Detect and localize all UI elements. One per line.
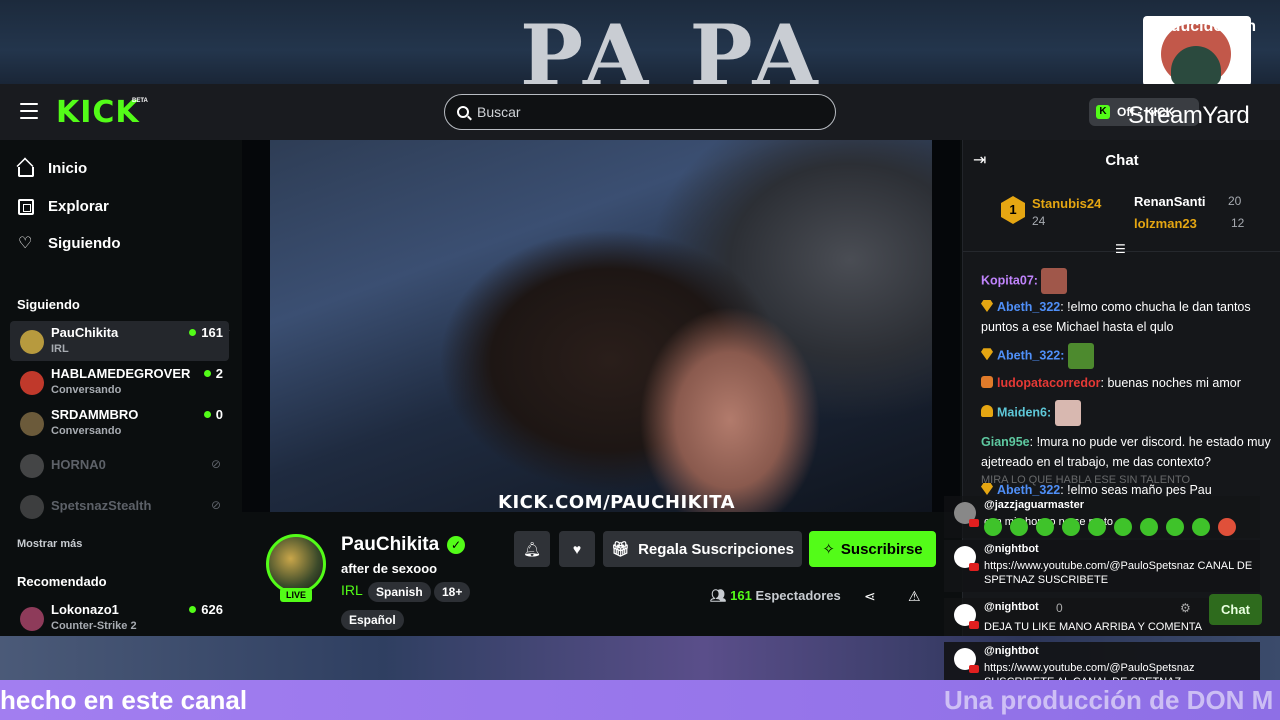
heart-icon: ♥	[572, 541, 582, 557]
chat-message: Abeth_322: !elmo como chucha le dan tant…	[981, 300, 1251, 334]
ticker-bar: hecho en este canal Una producción de DO…	[0, 680, 1280, 720]
video-watermark: KICK.COM/PAUCHIKITA	[498, 492, 736, 512]
gift-icon: 🎁︎	[611, 541, 631, 558]
overlay-chat-card: @nightbot https://www.youtube.com/@Paulo…	[944, 540, 1260, 592]
emote-row	[984, 518, 1254, 538]
sidebar-channel-spetsnazstealth[interactable]: SpetsnazStealth ⊘	[10, 486, 229, 526]
overlay-chat-card: @jazzjaguarmaster con mi chongo no se me…	[944, 496, 1260, 538]
youtube-avatar-icon	[954, 648, 979, 673]
gift-subs-button[interactable]: 🎁︎ Regala Suscripciones	[603, 531, 802, 567]
produced-by-label: Producido con	[1144, 18, 1256, 35]
streamer-name[interactable]: PauChikita	[341, 534, 439, 556]
tag-spanish[interactable]: Spanish	[368, 582, 431, 602]
diamond-badge-icon	[981, 300, 993, 312]
sidebar: Inicio Explorar ♡ Siguiendo Siguiendo Pa…	[0, 140, 240, 636]
rank-badge: 1	[1001, 196, 1025, 224]
tag-espanol[interactable]: Español	[341, 610, 404, 630]
avatar	[20, 454, 44, 478]
share-icon[interactable]: ⋖	[864, 588, 876, 605]
streamyard-logo: StreamYard	[1128, 102, 1250, 129]
stream-title: after de sexooo	[341, 561, 438, 576]
stream-info: LIVE PauChikita ✓ after de sexooo IRL Sp…	[242, 512, 960, 636]
tag-18plus[interactable]: 18+	[434, 582, 471, 602]
following-heading: Siguiendo	[17, 297, 80, 312]
offline-icon: ⊘	[210, 457, 221, 471]
hamburger-menu-icon[interactable]	[20, 103, 38, 119]
search-bar[interactable]	[444, 94, 836, 130]
notifications-button[interactable]: 🔔︎	[514, 531, 550, 567]
video-frame	[270, 140, 932, 512]
emote	[1041, 268, 1068, 294]
sidebar-channel-pauchikita[interactable]: PauChikita IRL 161	[10, 321, 229, 361]
offline-icon: ⊘	[210, 498, 221, 512]
search-input[interactable]	[477, 104, 817, 120]
heart-icon: ♡	[18, 234, 33, 252]
emote	[1054, 400, 1081, 426]
nav-explore[interactable]: Explorar	[18, 198, 109, 215]
diamond-badge-icon	[981, 348, 993, 361]
youtube-avatar-icon	[954, 502, 979, 527]
sidebar-channel-hablamedegrover[interactable]: HABLAMEDEGROVER Conversando 2	[10, 362, 229, 402]
ticker-text-left: hecho en este canal	[0, 685, 248, 715]
sparkle-icon: ✧	[822, 541, 835, 558]
show-more-link[interactable]: Mostrar más	[17, 538, 82, 550]
avatar	[20, 330, 44, 354]
category-link[interactable]: IRL	[341, 582, 363, 598]
chat-message: ludopatacorredor: buenas noches mi amor	[981, 373, 1271, 393]
streamer-avatar[interactable]	[266, 534, 326, 594]
sidebar-channel-srdammbro[interactable]: SRDAMMBRO Conversando 0	[10, 403, 229, 443]
avatar	[20, 371, 44, 395]
diamond-badge-icon	[981, 483, 993, 495]
chat-title: Chat	[1105, 152, 1139, 169]
report-icon[interactable]: ⚠	[908, 588, 921, 605]
youtube-avatar-icon	[954, 604, 979, 629]
chat-input-count: 0	[1056, 601, 1063, 615]
chat-message: Kopita07:	[981, 268, 1271, 294]
stream-overlay-top: PA PA	[0, 0, 1280, 84]
kick-logo[interactable]: KICK	[56, 95, 140, 130]
verified-icon: ✓	[447, 536, 465, 554]
sidebar-channel-horna0[interactable]: HORNA0 ⊘	[10, 445, 229, 485]
bell-icon: 🔔︎	[523, 540, 541, 557]
chat-message: Maiden6:	[981, 400, 1271, 426]
chat-sort-icon[interactable]: ☰	[1115, 242, 1126, 256]
nav-following[interactable]: ♡ Siguiendo	[18, 235, 121, 252]
pill-badge-icon	[981, 376, 993, 388]
recommended-heading: Recomendado	[17, 574, 107, 589]
banner-text: PA PA	[520, 6, 824, 84]
follow-button[interactable]: ♥	[559, 531, 595, 567]
burger-badge-icon	[981, 405, 993, 418]
emote	[1067, 343, 1094, 369]
home-icon	[18, 166, 34, 177]
avatar	[20, 495, 44, 519]
ticker-text-right: Una producción de DON M	[944, 685, 1274, 715]
explore-icon	[18, 198, 34, 215]
beta-badge: BETA	[132, 98, 148, 104]
video-player[interactable]: KICK.COM/PAUCHIKITA	[242, 140, 960, 512]
viewer-count: 👥︎ 161 Espectadores	[710, 588, 841, 603]
youtube-avatar-icon	[954, 546, 979, 571]
avatar	[20, 607, 44, 631]
avatar	[20, 412, 44, 436]
kick-k-icon: K	[1096, 105, 1110, 119]
nav-home[interactable]: Inicio	[18, 160, 87, 177]
search-icon	[457, 106, 469, 118]
chat-message: Gian95e: !mura no pude ver discord. he e…	[981, 435, 1271, 469]
sidebar-channel-lokonazo1[interactable]: Lokonazo1 Counter-Strike 2 626	[10, 598, 229, 638]
live-badge: LIVE	[280, 588, 312, 602]
settings-icon[interactable]: ⚙	[1180, 601, 1191, 615]
top-header: KICK BETA K Off - KICK StreamYard	[0, 84, 1280, 140]
send-chat-button[interactable]: Chat	[1209, 594, 1262, 625]
screen: PA PA Producido con KICK BETA K Off - KI…	[0, 0, 1280, 720]
chat-message: Abeth_322:	[981, 343, 1271, 369]
collapse-chat-icon[interactable]: ⇥	[973, 140, 986, 182]
subscribe-button[interactable]: ✧ Suscribirse	[809, 531, 936, 567]
users-icon: 👥︎	[710, 588, 727, 603]
